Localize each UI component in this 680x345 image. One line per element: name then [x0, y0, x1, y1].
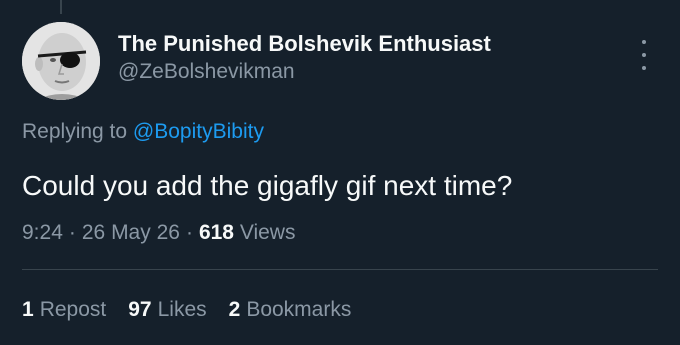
- tweet-time[interactable]: 9:24: [22, 221, 63, 244]
- replying-to-line: Replying to @BopityBibity: [22, 118, 264, 146]
- meta-separator: ·: [68, 221, 76, 244]
- more-vertical-icon-dot-3: [642, 66, 646, 70]
- avatar[interactable]: [22, 22, 100, 100]
- reposts-label: Repost: [39, 298, 107, 321]
- views-label: Views: [239, 221, 296, 244]
- more-vertical-icon-dot-2: [642, 53, 646, 57]
- divider: [22, 269, 658, 270]
- bookmarks-count: 2: [228, 298, 241, 321]
- engagement-stats: 1 Repost 97 Likes 2 Bookmarks: [22, 295, 351, 325]
- tweet-text: Could you add the gigafly gif next time?: [22, 170, 513, 201]
- replying-to-label: Replying to: [22, 120, 128, 143]
- bald-man-eyepatch-avatar-icon: [22, 22, 100, 100]
- tweet-date[interactable]: 26 May 26: [82, 221, 180, 244]
- bookmarks-label: Bookmarks: [246, 298, 352, 321]
- likes-count: 97: [128, 298, 152, 321]
- author-handle[interactable]: @ZeBolshevikman: [118, 58, 491, 86]
- reposts-count: 1: [22, 298, 34, 321]
- reposts-stat[interactable]: 1 Repost: [22, 295, 106, 325]
- thread-connector-line: [60, 0, 62, 14]
- author-display-name[interactable]: The Punished Bolshevik Enthusiast: [118, 30, 491, 58]
- reply-mention-link[interactable]: @BopityBibity: [133, 120, 264, 143]
- views-count: 618: [198, 221, 234, 244]
- meta-separator-2: ·: [185, 221, 193, 244]
- more-vertical-icon: [642, 40, 646, 44]
- tweet-meta: 9:24 · 26 May 26 · 618 Views: [22, 218, 295, 248]
- bookmarks-stat[interactable]: 2 Bookmarks: [229, 295, 352, 325]
- author-header: The Punished Bolshevik Enthusiast @ZeBol…: [118, 30, 491, 86]
- more-options-button[interactable]: [634, 40, 654, 70]
- likes-stat[interactable]: 97 Likes: [128, 295, 206, 325]
- likes-label: Likes: [157, 298, 207, 321]
